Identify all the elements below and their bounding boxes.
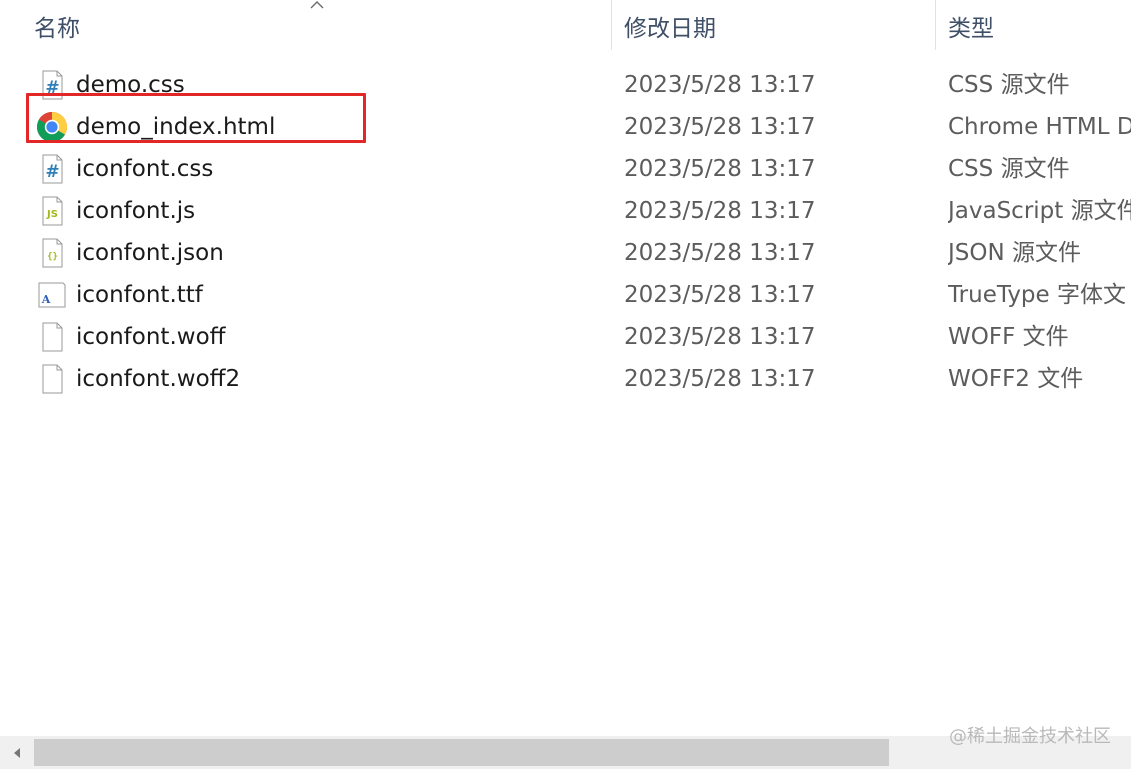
file-date: 2023/5/28 13:17 xyxy=(624,324,816,350)
file-row[interactable]: JS iconfont.js 2023/5/28 13:17 JavaScrip… xyxy=(0,190,1131,232)
sort-ascending-icon xyxy=(310,1,324,9)
file-type: WOFF 文件 xyxy=(948,324,1069,350)
file-name: iconfont.css xyxy=(76,156,214,182)
blank-file-icon xyxy=(36,321,68,353)
file-date: 2023/5/28 13:17 xyxy=(624,366,816,392)
file-row[interactable]: A iconfont.ttf 2023/5/28 13:17 TrueType … xyxy=(0,274,1131,316)
file-date: 2023/5/28 13:17 xyxy=(624,240,816,266)
file-date: 2023/5/28 13:17 xyxy=(624,114,816,140)
file-name: iconfont.json xyxy=(76,240,224,266)
file-row[interactable]: iconfont.woff 2023/5/28 13:17 WOFF 文件 xyxy=(0,316,1131,358)
column-header-date-modified[interactable]: 修改日期 xyxy=(611,0,935,52)
font-file-icon: A xyxy=(36,279,68,311)
watermark: @稀土掘金技术社区 xyxy=(949,726,1111,747)
svg-text:{}: {} xyxy=(47,252,58,262)
column-header-date-label: 修改日期 xyxy=(624,16,716,42)
file-name: iconfont.woff2 xyxy=(76,366,241,392)
file-date: 2023/5/28 13:17 xyxy=(624,156,816,182)
file-type: TrueType 字体文 xyxy=(948,282,1126,308)
column-header-type[interactable]: 类型 xyxy=(935,0,1131,52)
column-header-type-label: 类型 xyxy=(948,16,994,42)
highlight-annotation-box xyxy=(26,93,366,143)
file-type: JavaScript 源文件 xyxy=(948,198,1131,224)
file-type: WOFF2 文件 xyxy=(948,366,1084,392)
column-header-name[interactable]: 名称 xyxy=(0,0,611,52)
scroll-left-arrow-icon xyxy=(14,747,20,758)
file-date: 2023/5/28 13:17 xyxy=(624,198,816,224)
file-name-cell: {} iconfont.json xyxy=(36,232,606,274)
file-row[interactable]: # iconfont.css 2023/5/28 13:17 CSS 源文件 xyxy=(0,148,1131,190)
file-date: 2023/5/28 13:17 xyxy=(624,72,816,98)
file-name-cell: iconfont.woff2 xyxy=(36,358,606,400)
file-type: CSS 源文件 xyxy=(948,156,1070,182)
js-file-icon: JS xyxy=(36,195,68,227)
scrollbar-thumb[interactable] xyxy=(34,739,889,766)
file-type: JSON 源文件 xyxy=(948,240,1082,266)
file-name: iconfont.ttf xyxy=(76,282,203,308)
file-row[interactable]: iconfont.woff2 2023/5/28 13:17 WOFF2 文件 xyxy=(0,358,1131,400)
file-date: 2023/5/28 13:17 xyxy=(624,282,816,308)
file-row[interactable]: {} iconfont.json 2023/5/28 13:17 JSON 源文… xyxy=(0,232,1131,274)
svg-text:JS: JS xyxy=(46,209,58,220)
file-name-cell: # iconfont.css xyxy=(36,148,606,190)
json-file-icon: {} xyxy=(36,237,68,269)
file-name-cell: iconfont.woff xyxy=(36,316,606,358)
svg-text:A: A xyxy=(41,293,51,306)
css-file-icon: # xyxy=(36,153,68,185)
file-name: iconfont.js xyxy=(76,198,196,224)
file-explorer-window: 名称 修改日期 类型 # demo.css 2023/5/28 13:17 CS… xyxy=(0,0,1131,769)
blank-file-icon xyxy=(36,363,68,395)
file-type: CSS 源文件 xyxy=(948,72,1070,98)
column-header-name-label: 名称 xyxy=(34,16,80,42)
file-name-cell: A iconfont.ttf xyxy=(36,274,606,316)
file-name: iconfont.woff xyxy=(76,324,226,350)
details-header: 名称 修改日期 类型 xyxy=(0,0,1131,52)
file-name-cell: JS iconfont.js xyxy=(36,190,606,232)
svg-text:#: # xyxy=(45,162,59,182)
file-type: Chrome HTML D xyxy=(948,114,1131,140)
scroll-left-button[interactable] xyxy=(0,736,34,769)
